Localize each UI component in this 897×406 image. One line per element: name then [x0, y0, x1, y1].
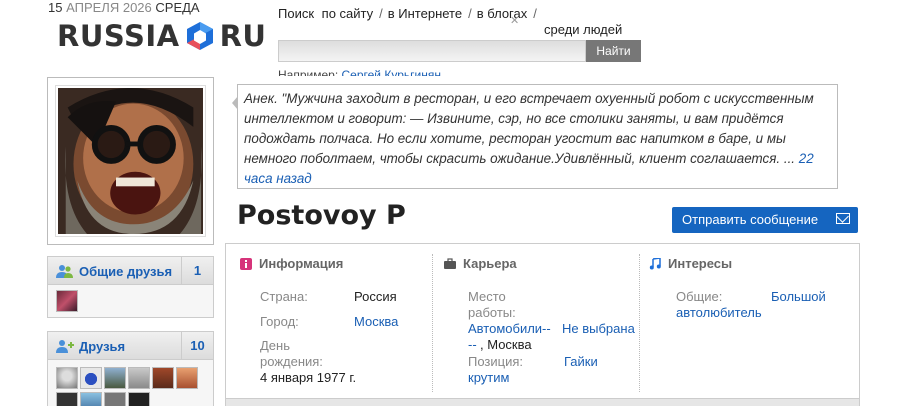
- friend-thumbnail[interactable]: [104, 392, 126, 406]
- city-link[interactable]: Москва: [354, 314, 398, 330]
- add-friend-icon: [56, 340, 74, 353]
- position-value-line2[interactable]: крутим: [468, 370, 509, 386]
- panel-bottom-bar: [226, 398, 859, 406]
- date-day: 15: [48, 0, 63, 15]
- logo-hexagon-icon: [186, 22, 213, 50]
- interests-section: Интересы: [649, 256, 732, 271]
- position-value-line1[interactable]: Гайки: [564, 354, 598, 370]
- birthday-label-line2: рождения:: [260, 354, 323, 369]
- general-interests-line1[interactable]: Большой: [771, 289, 826, 305]
- workplace-label-line2: работы:: [468, 305, 516, 320]
- friend-thumbnail[interactable]: [176, 367, 198, 389]
- column-divider: [432, 254, 433, 392]
- birthday-label-line1: День: [260, 338, 290, 353]
- friend-thumbnail[interactable]: [80, 392, 102, 406]
- music-note-icon: [649, 257, 661, 269]
- career-city-link[interactable]: Не выбрана: [562, 321, 635, 337]
- search-input[interactable]: [278, 40, 586, 62]
- company-link[interactable]: Автомобили--: [468, 321, 551, 337]
- envelope-icon: [836, 213, 850, 224]
- friend-thumbnail[interactable]: [56, 367, 78, 389]
- career-section: Карьера: [444, 256, 517, 271]
- current-date: 15 АПРЕЛЯ 2026 СРЕДА: [48, 0, 200, 15]
- mutual-friends-box: Общие друзья 1: [47, 256, 214, 318]
- search-example-prefix: Например:: [278, 68, 339, 76]
- search-example-link[interactable]: Сергей Курьгинян: [342, 68, 441, 76]
- status-text: Анек. "Мужчина заходит в ресторан, и его…: [244, 91, 814, 166]
- send-message-label: Отправить сообщение: [682, 212, 819, 227]
- mutual-friends-header[interactable]: Общие друзья 1: [48, 257, 213, 285]
- search-scope-bar: Поиск по сайту / в Интернете / в блогах / ✕ с…: [278, 6, 623, 37]
- info-icon: [240, 257, 252, 270]
- profile-name: Postovoy P: [237, 200, 406, 231]
- search-label: Поиск: [278, 6, 315, 21]
- birthday-value: 4 января 1977 г.: [260, 370, 357, 385]
- info-section: Информация: [240, 256, 343, 271]
- search-scope-blogs[interactable]: в блогах: [477, 6, 528, 21]
- friend-thumbnail[interactable]: [152, 367, 174, 389]
- users-icon: [56, 265, 73, 278]
- avatar[interactable]: [47, 77, 214, 245]
- logo-text-right: RU: [219, 19, 267, 53]
- search-scope-internet[interactable]: в Интернете: [388, 6, 462, 21]
- search-scope-people[interactable]: среди людей: [544, 22, 622, 37]
- country-label: Страна:: [260, 289, 308, 304]
- career-dash-link[interactable]: --: [468, 337, 477, 353]
- site-logo[interactable]: RUSSIA RU: [57, 19, 266, 53]
- profile-info-panel: Информация Страна: Россия Город: Москва …: [225, 243, 860, 406]
- friends-header[interactable]: Друзья 10: [48, 332, 213, 360]
- workplace-label-line1: Место: [468, 289, 506, 304]
- friend-thumbnail[interactable]: [128, 367, 150, 389]
- status-bubble: Анек. "Мужчина заходит в ресторан, и его…: [237, 84, 838, 189]
- search-scope-site[interactable]: по сайту: [322, 6, 373, 21]
- general-interests-line2[interactable]: автолюбитель: [676, 305, 762, 321]
- date-weekday: СРЕДА: [155, 0, 200, 15]
- friends-box: Друзья 10: [47, 331, 214, 406]
- send-message-button[interactable]: Отправить сообщение: [672, 207, 858, 233]
- career-title: Карьера: [463, 256, 517, 271]
- briefcase-icon: [444, 257, 456, 269]
- general-interests-label: Общие:: [676, 289, 723, 304]
- friends-title: Друзья: [79, 339, 126, 354]
- friend-thumbnail[interactable]: [56, 392, 78, 406]
- friend-thumbnail[interactable]: [56, 290, 78, 312]
- date-month-year: АПРЕЛЯ 2026: [66, 0, 152, 15]
- friends-count: 10: [181, 332, 213, 359]
- search-example: Например: Сергей Курьгинян: [278, 68, 441, 76]
- country-value: Россия: [354, 289, 397, 304]
- close-icon[interactable]: ✕: [510, 14, 519, 27]
- friend-thumbnail[interactable]: [128, 392, 150, 406]
- interests-title: Интересы: [668, 256, 733, 271]
- career-city-suffix: , Москва: [480, 337, 532, 352]
- friend-thumbnail[interactable]: [80, 367, 102, 389]
- position-label: Позиция:: [468, 354, 524, 369]
- column-divider: [639, 254, 640, 392]
- city-label: Город:: [260, 314, 299, 329]
- mutual-friends-title: Общие друзья: [79, 264, 173, 279]
- logo-text-left: RUSSIA: [57, 19, 180, 53]
- info-title: Информация: [259, 256, 344, 271]
- mutual-friends-count: 1: [181, 257, 213, 284]
- friend-thumbnail[interactable]: [104, 367, 126, 389]
- profile-photo: [58, 88, 203, 234]
- search-button[interactable]: Найти: [586, 40, 641, 62]
